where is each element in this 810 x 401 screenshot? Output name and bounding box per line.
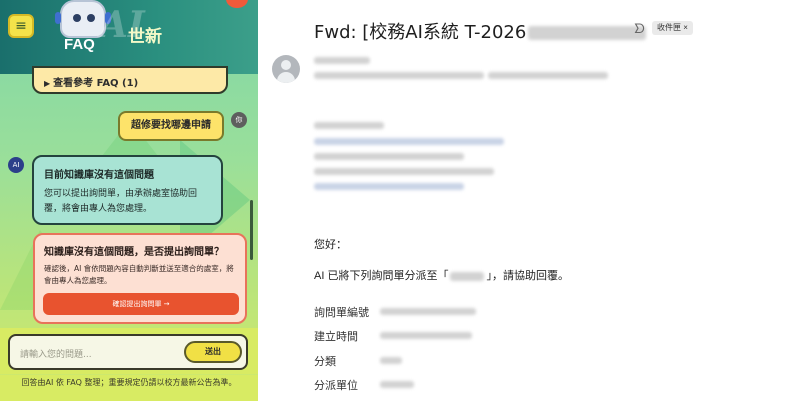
reference-faq-toggle[interactable]: ▶ 查看參考 FAQ (1): [32, 66, 228, 94]
question-input[interactable]: 請輸入您的問題... 送出: [8, 334, 248, 370]
ai-reply-body: 您可以提出詢問單，由承辦處室協助回覆，將會由專人為您處理。: [44, 189, 198, 214]
chat-scrollbar[interactable]: [250, 200, 253, 260]
redacted-block: [528, 26, 647, 40]
sender-avatar: [272, 55, 300, 83]
close-dot-icon[interactable]: [226, 0, 248, 8]
faq-chat-panel: ≡ AI FAQ 世新 ▶ 查看參考 FAQ (1) 超修要找哪邊申請 你 AI …: [0, 0, 258, 401]
disclaimer-text: 回答由AI 依 FAQ 整理；重要規定仍請以校方最新公告為準。: [0, 375, 258, 401]
reference-faq-label: 查看參考 FAQ (1): [53, 78, 139, 89]
email-subject-text: Fwd: [校務AI系統 T-2026: [314, 22, 527, 43]
email-greeting: 您好：: [314, 239, 347, 251]
ai-avatar: AI: [8, 157, 24, 173]
field-label-created: 建立時間: [314, 331, 358, 343]
hamburger-menu-icon[interactable]: ≡: [8, 14, 34, 38]
important-marker-icon[interactable]: ᗤ: [634, 21, 645, 37]
user-message-bubble: 超修要找哪邊申請: [118, 111, 224, 141]
chat-header: ≡ AI FAQ 世新: [0, 0, 258, 74]
question-input-placeholder: 請輸入您的問題...: [20, 350, 92, 360]
assign-prefix: AI 已將下列詢問單分派至「: [314, 270, 449, 282]
ai-reply-bubble: 目前知識庫沒有這個問題 您可以提出詢問單，由承辦處室協助回覆，將會由專人為您處理…: [32, 155, 223, 225]
caret-right-icon: ▶: [44, 79, 51, 88]
redacted-field-value: [380, 332, 472, 339]
confirm-title: 知識庫沒有這個問題，是否提出詢問單？: [44, 247, 224, 258]
field-label-unit: 分派單位: [314, 380, 358, 392]
redacted-sender-name: [314, 57, 370, 64]
redacted-field-value: [380, 381, 414, 388]
redacted-forward-line: [314, 168, 494, 175]
redacted-unit: [450, 271, 485, 281]
email-assign-line: AI 已將下列詢問單分派至「 」，請協助回覆。: [314, 267, 569, 283]
redacted-field-value: [380, 357, 402, 364]
redacted-forward-line: [314, 153, 464, 160]
brand-faq-text: FAQ: [64, 36, 95, 53]
field-label-ticket-no: 詢問單編號: [314, 307, 369, 319]
send-button[interactable]: 送出: [184, 341, 242, 363]
email-subject: Fwd: [校務AI系統 T-2026: [314, 18, 647, 44]
brand-school-text: 世新: [128, 27, 162, 47]
redacted-sender-detail: [314, 72, 484, 79]
assign-suffix: 」，請協助回覆。: [486, 270, 569, 282]
email-view: Fwd: [校務AI系統 T-2026 ᗤ 收件匣 × 您好： AI 已將下列詢…: [262, 0, 810, 401]
user-avatar: 你: [231, 112, 247, 128]
redacted-forward-line: [314, 138, 504, 145]
confirm-inquiry-card: 知識庫沒有這個問題，是否提出詢問單？ 確認後，AI 會依問題內容自動判斷並送至適…: [33, 233, 247, 324]
ai-reply-title: 目前知識庫沒有這個問題: [44, 170, 154, 181]
redacted-forward-line: [314, 183, 464, 190]
confirm-body: 確認後，AI 會依問題內容自動判斷並送至適合的處室，將會由專人為您處理。: [44, 264, 234, 285]
confirm-inquiry-button[interactable]: 確認提出詢問單 →: [43, 293, 239, 315]
redacted-forward-line: [314, 122, 384, 129]
field-label-category: 分類: [314, 356, 336, 368]
inbox-label-badge[interactable]: 收件匣 ×: [652, 21, 693, 35]
redacted-sender-detail: [488, 72, 608, 79]
redacted-field-value: [380, 308, 476, 315]
